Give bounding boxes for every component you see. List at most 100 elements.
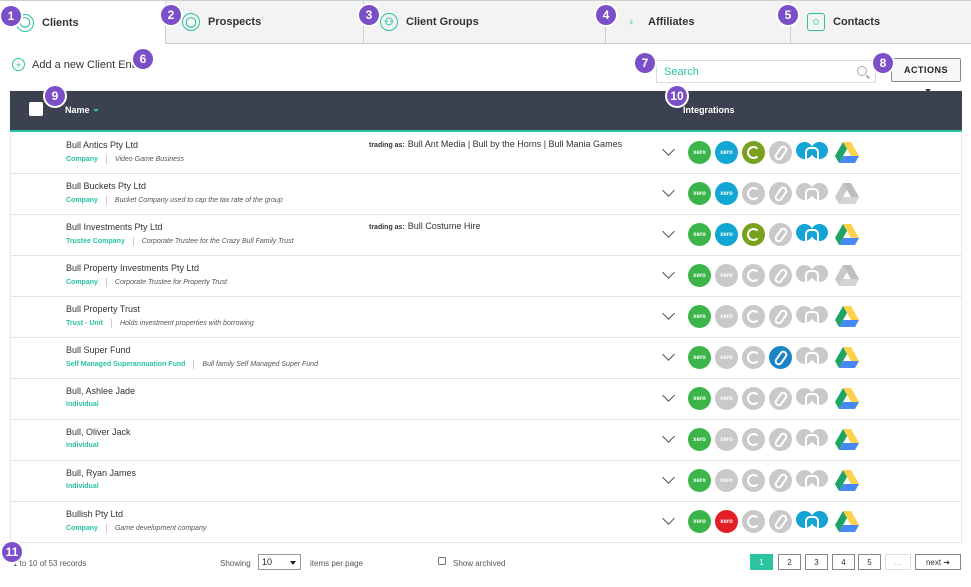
xero-icon[interactable]: xero [688,141,711,164]
hubdoc-icon[interactable] [796,510,830,533]
google-drive-icon[interactable] [834,141,860,164]
hubdoc-icon[interactable] [796,469,830,492]
page-4-button[interactable]: 4 [832,554,855,570]
page-3-button[interactable]: 3 [805,554,828,570]
link-integration-icon[interactable] [769,510,792,533]
xero-icon[interactable]: xero [688,387,711,410]
xero-icon[interactable]: xero [688,182,711,205]
tab-contacts[interactable]: ☺ Contacts [790,0,971,44]
tab-clients[interactable]: ◯ Clients [0,0,166,44]
google-drive-icon[interactable] [834,387,860,410]
xero-icon[interactable]: xero [715,387,738,410]
next-page-button[interactable]: next ➔ [915,554,961,570]
table-row[interactable]: Bull, Ashlee Jade Individual xero xero [10,379,962,420]
xero-icon[interactable]: xero [715,264,738,287]
entity-name[interactable]: Bull Property Investments Pty Ltd [66,263,199,273]
hubdoc-icon[interactable] [796,428,830,451]
table-row[interactable]: Bull Super Fund Self Managed Superannuat… [10,338,962,379]
expand-chevron-icon[interactable] [662,348,675,361]
expand-chevron-icon[interactable] [662,307,675,320]
practice-ignition-icon[interactable] [742,141,765,164]
link-integration-icon[interactable] [769,141,792,164]
entity-name[interactable]: Bull, Oliver Jack [66,427,131,437]
entity-name[interactable]: Bull Super Fund [66,345,131,355]
xero-icon[interactable]: xero [688,469,711,492]
hubdoc-icon[interactable] [796,387,830,410]
practice-ignition-icon[interactable] [742,387,765,410]
tab-prospects[interactable]: ◯ Prospects [165,0,364,44]
link-integration-icon[interactable] [769,223,792,246]
entity-name[interactable]: Bull, Ryan James [66,468,136,478]
show-archived-checkbox[interactable] [438,557,446,565]
add-client-entity-link[interactable]: + Add a new Client Entity [12,58,146,71]
link-integration-icon[interactable] [769,387,792,410]
expand-chevron-icon[interactable] [662,225,675,238]
page-5-button[interactable]: 5 [858,554,881,570]
table-row[interactable]: Bull, Oliver Jack Individual xero xero [10,420,962,461]
expand-chevron-icon[interactable] [662,184,675,197]
page-1-button[interactable]: 1 [750,554,773,570]
link-integration-icon[interactable] [769,346,792,369]
entity-name[interactable]: Bull Buckets Pty Ltd [66,181,146,191]
xero-icon[interactable]: xero [688,428,711,451]
actions-button[interactable]: ACTIONS [891,58,961,82]
expand-chevron-icon[interactable] [662,389,675,402]
hubdoc-icon[interactable] [796,346,830,369]
practice-ignition-icon[interactable] [742,346,765,369]
practice-ignition-icon[interactable] [742,305,765,328]
search-icon[interactable] [857,66,867,76]
practice-ignition-icon[interactable] [742,182,765,205]
table-row[interactable]: Bull Property Investments Pty Ltd Compan… [10,256,962,297]
tab-client-groups[interactable]: ⚇ Client Groups [363,0,606,44]
xero-icon[interactable]: xero [715,223,738,246]
xero-icon[interactable]: xero [688,264,711,287]
table-row[interactable]: Bull Antics Pty Ltd Company Video Game B… [10,133,962,174]
table-row[interactable]: Bull Buckets Pty Ltd Company Bucket Comp… [10,174,962,215]
hubdoc-icon[interactable] [796,141,830,164]
expand-chevron-icon[interactable] [662,266,675,279]
entity-name[interactable]: Bull Antics Pty Ltd [66,140,138,150]
entity-name[interactable]: Bull, Ashlee Jade [66,386,135,396]
google-drive-icon[interactable] [834,346,860,369]
items-per-page-select[interactable]: 10 [258,554,301,570]
link-integration-icon[interactable] [769,469,792,492]
page-2-button[interactable]: 2 [778,554,801,570]
xero-icon[interactable]: xero [688,510,711,533]
hubdoc-icon[interactable] [796,305,830,328]
xero-icon[interactable]: xero [715,428,738,451]
google-drive-icon[interactable] [834,223,860,246]
column-header-name[interactable]: Name [65,105,99,115]
link-integration-icon[interactable] [769,428,792,451]
expand-chevron-icon[interactable] [662,143,675,156]
hubdoc-icon[interactable] [796,182,830,205]
expand-chevron-icon[interactable] [662,430,675,443]
google-drive-icon[interactable] [834,428,860,451]
table-row[interactable]: Bull Investments Pty Ltd Trustee Company… [10,215,962,256]
xero-icon[interactable]: xero [688,346,711,369]
hubdoc-icon[interactable] [796,264,830,287]
search-input[interactable] [656,60,876,83]
xero-icon[interactable]: xero [688,305,711,328]
xero-icon[interactable]: xero [715,469,738,492]
xero-icon[interactable]: xero [715,510,738,533]
entity-name[interactable]: Bull Property Trust [66,304,140,314]
link-integration-icon[interactable] [769,305,792,328]
practice-ignition-icon[interactable] [742,223,765,246]
table-row[interactable]: Bull Property Trust Trust - Unit Holds i… [10,297,962,338]
xero-icon[interactable]: xero [715,182,738,205]
select-all-checkbox[interactable] [29,102,43,116]
practice-ignition-icon[interactable] [742,510,765,533]
link-integration-icon[interactable] [769,264,792,287]
expand-chevron-icon[interactable] [662,471,675,484]
expand-chevron-icon[interactable] [662,512,675,525]
google-drive-icon[interactable] [834,182,860,205]
google-drive-icon[interactable] [834,264,860,287]
practice-ignition-icon[interactable] [742,469,765,492]
google-drive-icon[interactable] [834,510,860,533]
hubdoc-icon[interactable] [796,223,830,246]
practice-ignition-icon[interactable] [742,264,765,287]
entity-name[interactable]: Bull Investments Pty Ltd [66,222,163,232]
table-row[interactable]: Bullish Pty Ltd Company Game development… [10,502,962,543]
tab-affiliates[interactable]: ♀ Affiliates [605,0,791,44]
xero-icon[interactable]: xero [688,223,711,246]
